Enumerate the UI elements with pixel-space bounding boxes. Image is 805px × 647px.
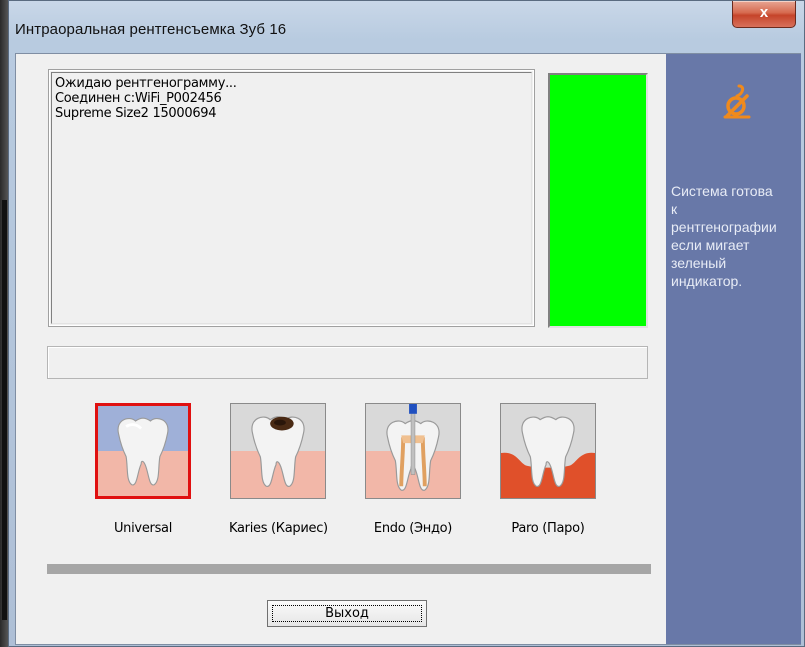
close-button[interactable]: x [732,1,796,28]
title-bar[interactable]: Интраоральная рентгенсъемка Зуб 16 x [9,1,804,53]
scrollbar-thumb [2,200,7,620]
tooth-caries-icon [231,404,325,498]
instruction-panel: Система готова к рентгенографии если миг… [666,54,801,644]
close-icon: x [759,4,769,21]
log-line: Соединен с:WiFi_P002456 [55,91,222,106]
mode-karies-button[interactable] [230,403,326,499]
tooth-endo-icon [366,404,460,498]
mode-universal: Universal [94,403,192,536]
ready-indicator [548,73,648,328]
mode-karies-label: Karies (Кариес) [229,521,328,536]
log-line: Supreme Size2 15000694 [55,106,217,121]
mode-paro: Paro (Паро) [499,403,597,536]
dialog-client-area: Ожидаю рентгенограмму... Соединен с:WiFi… [15,53,801,645]
sensor-cable-icon [723,84,751,119]
xray-dialog: Интраоральная рентгенсъемка Зуб 16 x Ожи… [8,0,805,647]
separator-bar [47,564,651,574]
log-line: Ожидаю рентгенограмму... [55,76,237,91]
mode-endo: Endo (Эндо) [364,403,462,536]
mode-karies: Karies (Кариес) [229,403,328,536]
mode-endo-button[interactable] [365,403,461,499]
ready-instruction-text: Система готова к рентгенографии если миг… [671,183,777,289]
window-title: Интраоральная рентгенсъемка Зуб 16 [15,21,287,38]
exit-button[interactable]: Выход [267,600,427,627]
exit-button-label: Выход [325,606,369,621]
background-scrollbar [0,0,8,647]
mode-universal-button[interactable] [95,403,191,499]
mode-endo-label: Endo (Эндо) [373,521,453,536]
status-log: Ожидаю рентгенограмму... Соединен с:WiFi… [48,69,535,327]
tooth-paro-icon [501,404,595,498]
mode-universal-label: Universal [113,521,173,536]
acquisition-progress-bar [47,346,648,379]
tooth-universal-icon [98,406,188,496]
mode-paro-label: Paro (Паро) [511,521,585,536]
mode-paro-button[interactable] [500,403,596,499]
